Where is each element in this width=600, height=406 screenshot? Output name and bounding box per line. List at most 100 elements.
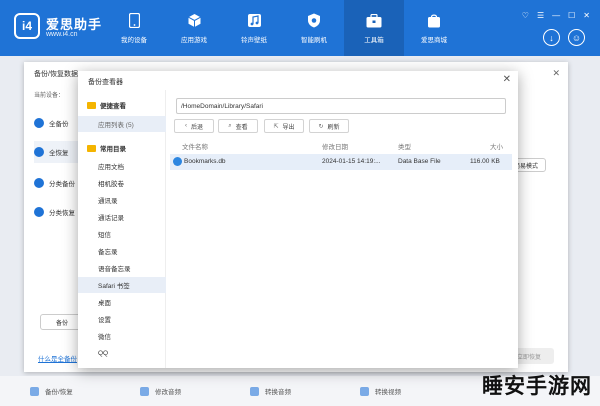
bottom-label: 备份/恢复 [45, 389, 73, 396]
view-button[interactable]: ⌕ 查看 [218, 119, 258, 133]
restore-icon [34, 147, 44, 157]
sidebar-item-safari-bookmarks[interactable]: Safari 书签 [78, 277, 166, 293]
shield-icon [306, 13, 322, 29]
bottom-edit-audio[interactable]: 修改音频 [110, 386, 220, 396]
bottom-label: 转换音频 [265, 389, 291, 396]
main-nav: 我的设备 应用游戏 铃声壁纸 智能刷机 工具箱 爱思商城 [104, 0, 464, 56]
nav-apps-games[interactable]: 应用游戏 [164, 0, 224, 56]
music-icon [246, 13, 262, 29]
button-label: 查看 [235, 124, 248, 131]
backup-icon [34, 178, 44, 188]
audio-icon [140, 386, 149, 396]
export-icon: ⇱ [273, 123, 279, 130]
nav-toolbox[interactable]: 工具箱 [344, 0, 404, 56]
path-field[interactable]: /HomeDomain/Library/Safari [176, 98, 506, 114]
file-type: Data Base File [398, 158, 441, 165]
dialog-title: 备份/恢复数据 [34, 71, 78, 78]
side-label: 分类恢复 [49, 210, 75, 217]
skin-icon[interactable]: ♡ [522, 11, 529, 20]
column-header-size[interactable]: 大小 [490, 141, 503, 151]
grid-icon [34, 207, 44, 217]
sidebar-item-camera-roll[interactable]: 相机胶卷 [78, 175, 166, 191]
back-button[interactable]: ‹ 后退 [174, 119, 214, 133]
file-modified: 2024-01-15 14:19:... [322, 158, 381, 165]
maximize-icon[interactable]: ☐ [568, 11, 575, 20]
backup-viewer-dialog: 备份查看器 ✕ 便捷查看 应用列表 (5) 常用目录 应用文档 相机胶卷 通讯录… [78, 71, 518, 368]
close-icon[interactable]: ✕ [503, 74, 511, 85]
sidebar-item-call-log[interactable]: 通话记录 [78, 209, 166, 225]
side-label: 全恢复 [49, 150, 69, 157]
shopping-bag-icon [426, 13, 442, 29]
viewer-sidebar: 便捷查看 应用列表 (5) 常用目录 应用文档 相机胶卷 通讯录 通话记录 短信… [78, 90, 166, 368]
button-label: 导出 [282, 124, 295, 131]
device-label: 当前设备： [34, 93, 65, 99]
quick-view-header: 便捷查看 [87, 100, 126, 110]
nav-label: 爱思商城 [421, 36, 447, 44]
nav-label: 工具箱 [364, 36, 384, 44]
close-icon[interactable]: ✕ [552, 68, 560, 79]
column-header-modified[interactable]: 修改日期 [322, 141, 348, 151]
watermark-text: 睡安手游网 [482, 373, 592, 398]
backup-icon [34, 118, 44, 128]
chevron-left-icon: ‹ [184, 123, 187, 129]
search-icon: ⌕ [228, 122, 232, 129]
nav-label: 我的设备 [121, 36, 147, 44]
nav-label: 智能刷机 [301, 36, 327, 44]
menu-icon[interactable]: ☰ [537, 11, 544, 20]
file-size: 116.00 KB [470, 158, 500, 165]
nav-my-device[interactable]: 我的设备 [104, 0, 164, 56]
nav-label: 应用游戏 [181, 36, 207, 44]
minimize-icon[interactable]: — [552, 11, 560, 20]
refresh-button[interactable]: ↻ 刷新 [309, 119, 349, 133]
download-icon[interactable]: ↓ [543, 29, 560, 46]
bottom-label: 修改音频 [155, 389, 181, 396]
sidebar-item-voice-memos[interactable]: 语音备忘录 [78, 260, 166, 276]
logo-text: i4 [21, 19, 32, 33]
help-link[interactable]: 什么是全备份 [38, 353, 77, 363]
sidebar-item-app-documents[interactable]: 应用文档 [78, 158, 166, 174]
sidebar-item-settings[interactable]: 设置 [78, 311, 166, 327]
file-name: Bookmarks.db [184, 158, 226, 165]
side-label: 分类备份 [49, 181, 75, 188]
nav-label: 铃声壁纸 [241, 36, 267, 44]
nav-smart-flash[interactable]: 智能刷机 [284, 0, 344, 56]
sidebar-item-wechat[interactable]: 微信 [78, 328, 166, 344]
phone-icon [126, 13, 142, 29]
button-label: 后退 [190, 124, 203, 131]
sidebar-item-sms[interactable]: 短信 [78, 226, 166, 242]
column-header-name[interactable]: 文件名称 [182, 141, 208, 151]
side-label: 全备份 [49, 121, 69, 128]
cube-icon [186, 13, 202, 29]
video-icon [360, 386, 369, 396]
brand-url: www.i4.cn [46, 31, 78, 38]
app-logo: i4 [14, 13, 40, 39]
table-row[interactable]: Bookmarks.db 2024-01-15 14:19:... Data B… [170, 154, 512, 170]
top-bar: i4 爱思助手 www.i4.cn 我的设备 应用游戏 铃声壁纸 智能刷机 工具… [0, 0, 600, 56]
database-icon [173, 157, 182, 166]
folder-icon [87, 101, 96, 109]
export-button[interactable]: ⇱ 导出 [264, 119, 304, 133]
bottom-backup-restore[interactable]: 备份/恢复 [0, 386, 110, 396]
section-label: 常用目录 [100, 146, 126, 153]
close-icon[interactable]: ✕ [583, 11, 590, 20]
bottom-label: 转换视频 [375, 389, 401, 396]
user-icon[interactable]: ☺ [568, 29, 585, 46]
sidebar-item-notes[interactable]: 备忘录 [78, 243, 166, 259]
bottom-convert-audio[interactable]: 转换音频 [220, 386, 330, 396]
nav-store[interactable]: 爱思商城 [404, 0, 464, 56]
dialog-title: 备份查看器 [88, 79, 123, 86]
column-header-type[interactable]: 类型 [398, 141, 411, 151]
bottom-convert-video[interactable]: 转换视频 [330, 386, 440, 396]
sidebar-item-contacts[interactable]: 通讯录 [78, 192, 166, 208]
backup-icon [30, 386, 39, 396]
common-dirs-header: 常用目录 [87, 143, 126, 153]
window-controls: ♡ ☰ — ☐ ✕ [522, 11, 590, 20]
sidebar-item-app-list[interactable]: 应用列表 (5) [78, 116, 166, 132]
sidebar-item-qq[interactable]: QQ [78, 345, 166, 361]
sidebar-item-desktop[interactable]: 桌面 [78, 294, 166, 310]
audio-icon [250, 386, 259, 396]
section-label: 便捷查看 [100, 103, 126, 110]
refresh-icon: ↻ [318, 123, 324, 130]
toolbox-icon [366, 13, 382, 29]
nav-ringtones[interactable]: 铃声壁纸 [224, 0, 284, 56]
